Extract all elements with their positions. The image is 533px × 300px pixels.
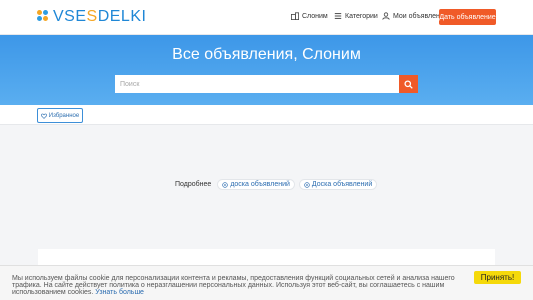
heart-icon (40, 113, 47, 119)
page-title: Все объявления, Слоним (172, 46, 361, 63)
search-icon (404, 79, 413, 89)
logo-mark-icon (37, 10, 51, 24)
learn-more-link[interactable]: Узнать больше (95, 289, 144, 296)
nav-categories-link[interactable]: Категории (334, 12, 378, 20)
search-input[interactable] (115, 75, 399, 93)
site-logo[interactable]: VSESDELKI (37, 8, 146, 26)
nav-cities-link[interactable]: Слоним (291, 12, 328, 20)
post-ad-button[interactable]: Дать объявление (439, 9, 496, 25)
tag-item[interactable]: доска объявлений (217, 179, 295, 190)
plus-circle-icon (222, 181, 229, 188)
nav-my-ads-link[interactable]: Мои объявления (382, 12, 448, 20)
favorites-button[interactable]: Избранное (37, 108, 83, 123)
plus-circle-icon (304, 181, 310, 188)
accept-cookies-button[interactable]: Принять! (474, 271, 521, 284)
tag-label: Доска объявлений (311, 181, 373, 188)
tag-item[interactable]: Доска объявлений (298, 179, 378, 190)
favorites-label: Избранное (48, 112, 80, 119)
cookie-text: Мы используем файлы cookie для персонали… (12, 275, 467, 296)
buildings-icon (291, 12, 299, 20)
nav-cities-label: Слоним (302, 12, 328, 20)
cookie-message: Мы используем файлы cookie для персонали… (12, 275, 455, 296)
tags-label: Подробнее (175, 181, 212, 188)
cookie-banner: Мы используем файлы cookie для персонали… (0, 265, 533, 300)
sub-toolbar: Избранное (0, 105, 533, 125)
user-icon (382, 12, 390, 20)
related-tags: Подробнее доска объявлений Доска объявле… (175, 179, 381, 190)
tag-label: доска объявлений (230, 181, 290, 188)
list-icon (334, 13, 342, 19)
hero-banner: Все объявления, Слоним (0, 35, 533, 105)
logo-text: VSESDELKI (53, 8, 147, 25)
nav-categories-label: Категории (345, 12, 378, 20)
top-header: VSESDELKI Слоним Категории Мои объявлени… (0, 0, 533, 35)
search-button[interactable] (399, 75, 418, 93)
